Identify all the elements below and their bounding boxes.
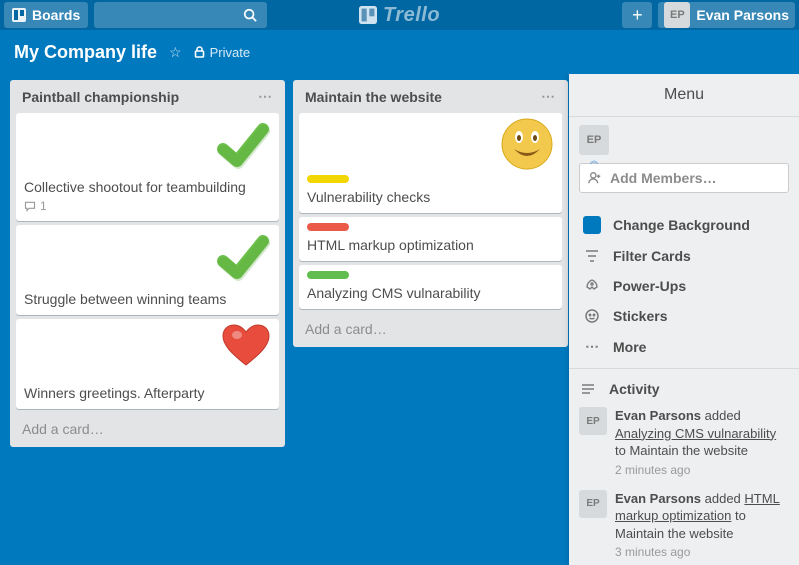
- list: Paintball championship ⋯ Collective shoo…: [10, 80, 285, 447]
- more-icon: ⋯: [583, 338, 601, 355]
- create-button[interactable]: +: [622, 2, 652, 28]
- activity-card-link[interactable]: Analyzing CMS vulnarability: [615, 426, 776, 441]
- background-swatch-icon: [583, 216, 601, 234]
- lock-icon: [194, 46, 205, 58]
- card[interactable]: Analyzing CMS vulnarability: [299, 265, 562, 309]
- card[interactable]: Vulnerability checks: [299, 113, 562, 213]
- card-title: Winners greetings. Afterparty: [24, 385, 271, 401]
- boards-label: Boards: [32, 7, 80, 23]
- menu-item-change-background[interactable]: Change Background: [573, 209, 795, 241]
- list-menu-icon[interactable]: ⋯: [258, 88, 273, 105]
- rocket-icon: [583, 278, 601, 294]
- comment-badge: 1: [24, 199, 271, 213]
- label-red: [307, 223, 349, 231]
- boards-icon: [12, 8, 26, 22]
- plus-icon: +: [632, 5, 643, 26]
- card[interactable]: Collective shootout for teambuilding 1: [16, 113, 279, 221]
- star-icon[interactable]: ☆: [169, 44, 182, 61]
- privacy-button[interactable]: Private: [194, 45, 250, 60]
- privacy-label: Private: [210, 45, 250, 60]
- board-title[interactable]: My Company life: [14, 42, 157, 63]
- card-title: Struggle between winning teams: [24, 291, 271, 307]
- avatar: EP: [579, 407, 607, 435]
- card-title: Vulnerability checks: [307, 189, 554, 205]
- activity-item: EP Evan Parsons added HTML markup optimi…: [569, 484, 799, 565]
- heart-sticker: [221, 323, 271, 367]
- topbar: Boards Trello + EP Evan Parsons: [0, 0, 799, 30]
- card-title: Collective shootout for teambuilding: [24, 179, 271, 195]
- board-menu: Menu EP ︽ Add Members… Change Background: [569, 74, 799, 565]
- avatar: EP: [579, 490, 607, 518]
- check-sticker: [215, 117, 271, 173]
- activity-header: Activity: [569, 369, 799, 401]
- user-name: Evan Parsons: [696, 7, 789, 23]
- filter-icon: [583, 248, 601, 264]
- members-section: EP ︽: [569, 117, 799, 157]
- activity-item: EP Evan Parsons added Analyzing CMS vuln…: [569, 401, 799, 484]
- smile-sticker: [500, 117, 554, 171]
- list-menu-icon[interactable]: ⋯: [541, 88, 556, 105]
- search-input[interactable]: [94, 2, 267, 28]
- avatar[interactable]: EP: [579, 125, 609, 155]
- search-icon: [243, 8, 257, 22]
- card[interactable]: HTML markup optimization: [299, 217, 562, 261]
- menu-item-filter-cards[interactable]: Filter Cards: [573, 241, 795, 271]
- card[interactable]: Winners greetings. Afterparty: [16, 319, 279, 409]
- label-yellow: [307, 175, 349, 183]
- menu-item-stickers[interactable]: Stickers: [573, 301, 795, 331]
- board-header: My Company life ☆ Private: [0, 30, 799, 74]
- activity-icon: [579, 381, 597, 397]
- card[interactable]: Struggle between winning teams: [16, 225, 279, 315]
- list-title[interactable]: Maintain the website: [305, 89, 442, 105]
- list-title[interactable]: Paintball championship: [22, 89, 179, 105]
- list: Maintain the website ⋯ Vulnerability che…: [293, 80, 568, 347]
- board-canvas[interactable]: Paintball championship ⋯ Collective shoo…: [0, 74, 569, 565]
- add-user-icon: [588, 171, 602, 185]
- menu-item-powerups[interactable]: Power-Ups: [573, 271, 795, 301]
- menu-item-more[interactable]: ⋯ More: [573, 331, 795, 362]
- add-card-button[interactable]: Add a card…: [299, 313, 562, 341]
- chevron-up-icon: ︽: [590, 158, 598, 164]
- card-title: Analyzing CMS vulnarability: [307, 285, 554, 301]
- comment-icon: [24, 200, 36, 212]
- user-menu[interactable]: EP Evan Parsons: [658, 2, 795, 28]
- activity-time: 2 minutes ago: [615, 462, 789, 478]
- boards-button[interactable]: Boards: [4, 2, 88, 28]
- avatar: EP: [664, 2, 690, 28]
- label-green: [307, 271, 349, 279]
- activity-time: 3 minutes ago: [615, 544, 789, 560]
- sticker-icon: [583, 308, 601, 324]
- card-title: HTML markup optimization: [307, 237, 554, 253]
- add-card-button[interactable]: Add a card…: [16, 413, 279, 441]
- add-members-button[interactable]: Add Members…: [579, 163, 789, 193]
- menu-title: Menu: [569, 74, 799, 117]
- check-sticker: [215, 229, 271, 285]
